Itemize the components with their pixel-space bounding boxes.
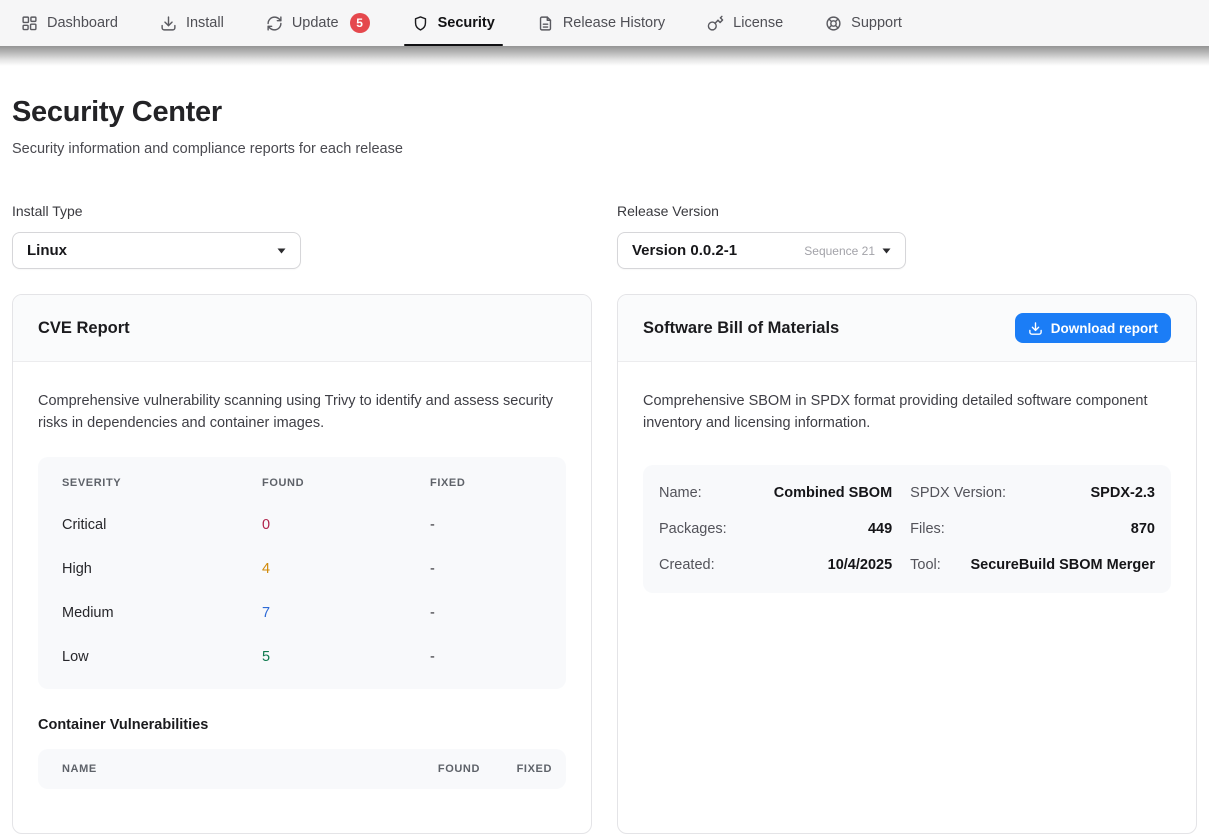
lifebuoy-icon — [825, 15, 842, 32]
severity-label: Low — [62, 649, 262, 665]
security-center-page: Security Center Security information and… — [0, 96, 1209, 834]
nav-item-update[interactable]: Update 5 — [245, 0, 391, 46]
release-version-select[interactable]: Version 0.0.2-1 Sequence 21 — [617, 232, 906, 269]
nav-label: Release History — [563, 15, 665, 31]
fixed-count: - — [430, 517, 542, 533]
table-row-low: Low 5 - — [38, 635, 566, 679]
install-type-filter: Install Type Linux — [12, 203, 592, 269]
container-vulnerabilities-title: Container Vulnerabilities — [38, 717, 566, 733]
cve-report-card: CVE Report Comprehensive vulnerability s… — [12, 294, 592, 834]
key-icon — [707, 15, 724, 32]
found-count: 4 — [262, 561, 430, 577]
download-icon — [160, 15, 177, 32]
dashboard-grid-icon — [21, 15, 38, 32]
install-type-value: Linux — [27, 242, 67, 259]
table-row-critical: Critical 0 - — [38, 503, 566, 547]
update-count-badge: 5 — [350, 13, 370, 33]
col-name: NAME — [62, 763, 422, 775]
nav-item-security[interactable]: Security — [391, 0, 516, 46]
info-row: Created: 10/4/2025 Tool: SecureBuild SBO… — [659, 547, 1155, 583]
info-row: Name: Combined SBOM SPDX Version: SPDX-2… — [659, 475, 1155, 511]
severity-table-header: SEVERITY FOUND FIXED — [38, 463, 566, 503]
info-value: 10/4/2025 — [828, 557, 893, 573]
release-version-filter: Release Version Version 0.0.2-1 Sequence… — [617, 203, 1197, 269]
info-label: Created: — [659, 557, 715, 573]
info-value: SecureBuild SBOM Merger — [970, 557, 1155, 573]
sbom-description: Comprehensive SBOM in SPDX format provid… — [643, 391, 1171, 435]
document-icon — [537, 15, 554, 32]
severity-table: SEVERITY FOUND FIXED Critical 0 - High 4… — [38, 457, 566, 689]
chevron-down-icon — [882, 248, 891, 254]
info-label: Tool: — [910, 557, 941, 573]
report-cards: CVE Report Comprehensive vulnerability s… — [12, 294, 1197, 834]
nav-item-support[interactable]: Support — [804, 0, 923, 46]
severity-label: High — [62, 561, 262, 577]
nav-item-dashboard[interactable]: Dashboard — [0, 0, 139, 46]
info-label: SPDX Version: — [910, 485, 1006, 501]
cve-report-description: Comprehensive vulnerability scanning usi… — [38, 391, 566, 435]
info-row: Packages: 449 Files: 870 — [659, 511, 1155, 547]
container-vulnerabilities-table-header: NAME FOUND FIXED — [38, 749, 566, 789]
header-shadow — [0, 46, 1209, 66]
nav-label: Security — [438, 15, 495, 31]
sbom-header: Software Bill of Materials Download repo… — [618, 295, 1196, 362]
info-value: 449 — [868, 521, 892, 537]
download-report-button[interactable]: Download report — [1015, 313, 1171, 343]
cve-report-header: CVE Report — [13, 295, 591, 362]
sbom-title: Software Bill of Materials — [643, 319, 839, 338]
col-found: FOUND — [262, 477, 430, 489]
filters: Install Type Linux Release Version Versi… — [12, 203, 1197, 269]
refresh-icon — [266, 15, 283, 32]
nav-label: Install — [186, 15, 224, 31]
table-row-medium: Medium 7 - — [38, 591, 566, 635]
release-sequence-meta: Sequence 21 — [804, 244, 875, 258]
page-subtitle: Security information and compliance repo… — [12, 141, 1197, 157]
col-found: FOUND — [422, 763, 480, 775]
release-version-value: Version 0.0.2-1 — [632, 242, 737, 259]
info-label: Files: — [910, 521, 945, 537]
release-version-label: Release Version — [617, 203, 1197, 219]
nav-label: Support — [851, 15, 902, 31]
info-value: Combined SBOM — [774, 485, 892, 501]
nav-item-license[interactable]: License — [686, 0, 804, 46]
nav-label: Update — [292, 15, 339, 31]
top-nav: Dashboard Install Update 5 Security Rele… — [0, 0, 1209, 46]
severity-label: Medium — [62, 605, 262, 621]
shield-icon — [412, 15, 429, 32]
found-count: 7 — [262, 605, 430, 621]
install-type-label: Install Type — [12, 203, 592, 219]
cve-report-title: CVE Report — [38, 319, 130, 338]
info-value: SPDX-2.3 — [1091, 485, 1155, 501]
table-row-high: High 4 - — [38, 547, 566, 591]
download-report-label: Download report — [1051, 321, 1158, 336]
found-count: 0 — [262, 517, 430, 533]
nav-label: License — [733, 15, 783, 31]
sbom-info-grid: Name: Combined SBOM SPDX Version: SPDX-2… — [643, 465, 1171, 593]
nav-label: Dashboard — [47, 15, 118, 31]
nav-item-release-history[interactable]: Release History — [516, 0, 686, 46]
found-count: 5 — [262, 649, 430, 665]
sbom-card: Software Bill of Materials Download repo… — [617, 294, 1197, 834]
col-fixed: FIXED — [430, 477, 542, 489]
info-label: Packages: — [659, 521, 727, 537]
page-title: Security Center — [12, 96, 1197, 129]
severity-label: Critical — [62, 517, 262, 533]
col-severity: SEVERITY — [62, 477, 262, 489]
download-icon — [1028, 321, 1043, 336]
fixed-count: - — [430, 649, 542, 665]
chevron-down-icon — [277, 248, 286, 254]
fixed-count: - — [430, 561, 542, 577]
info-label: Name: — [659, 485, 702, 501]
fixed-count: - — [430, 605, 542, 621]
col-fixed: FIXED — [496, 763, 552, 775]
install-type-select[interactable]: Linux — [12, 232, 301, 269]
nav-item-install[interactable]: Install — [139, 0, 245, 46]
info-value: 870 — [1131, 521, 1155, 537]
